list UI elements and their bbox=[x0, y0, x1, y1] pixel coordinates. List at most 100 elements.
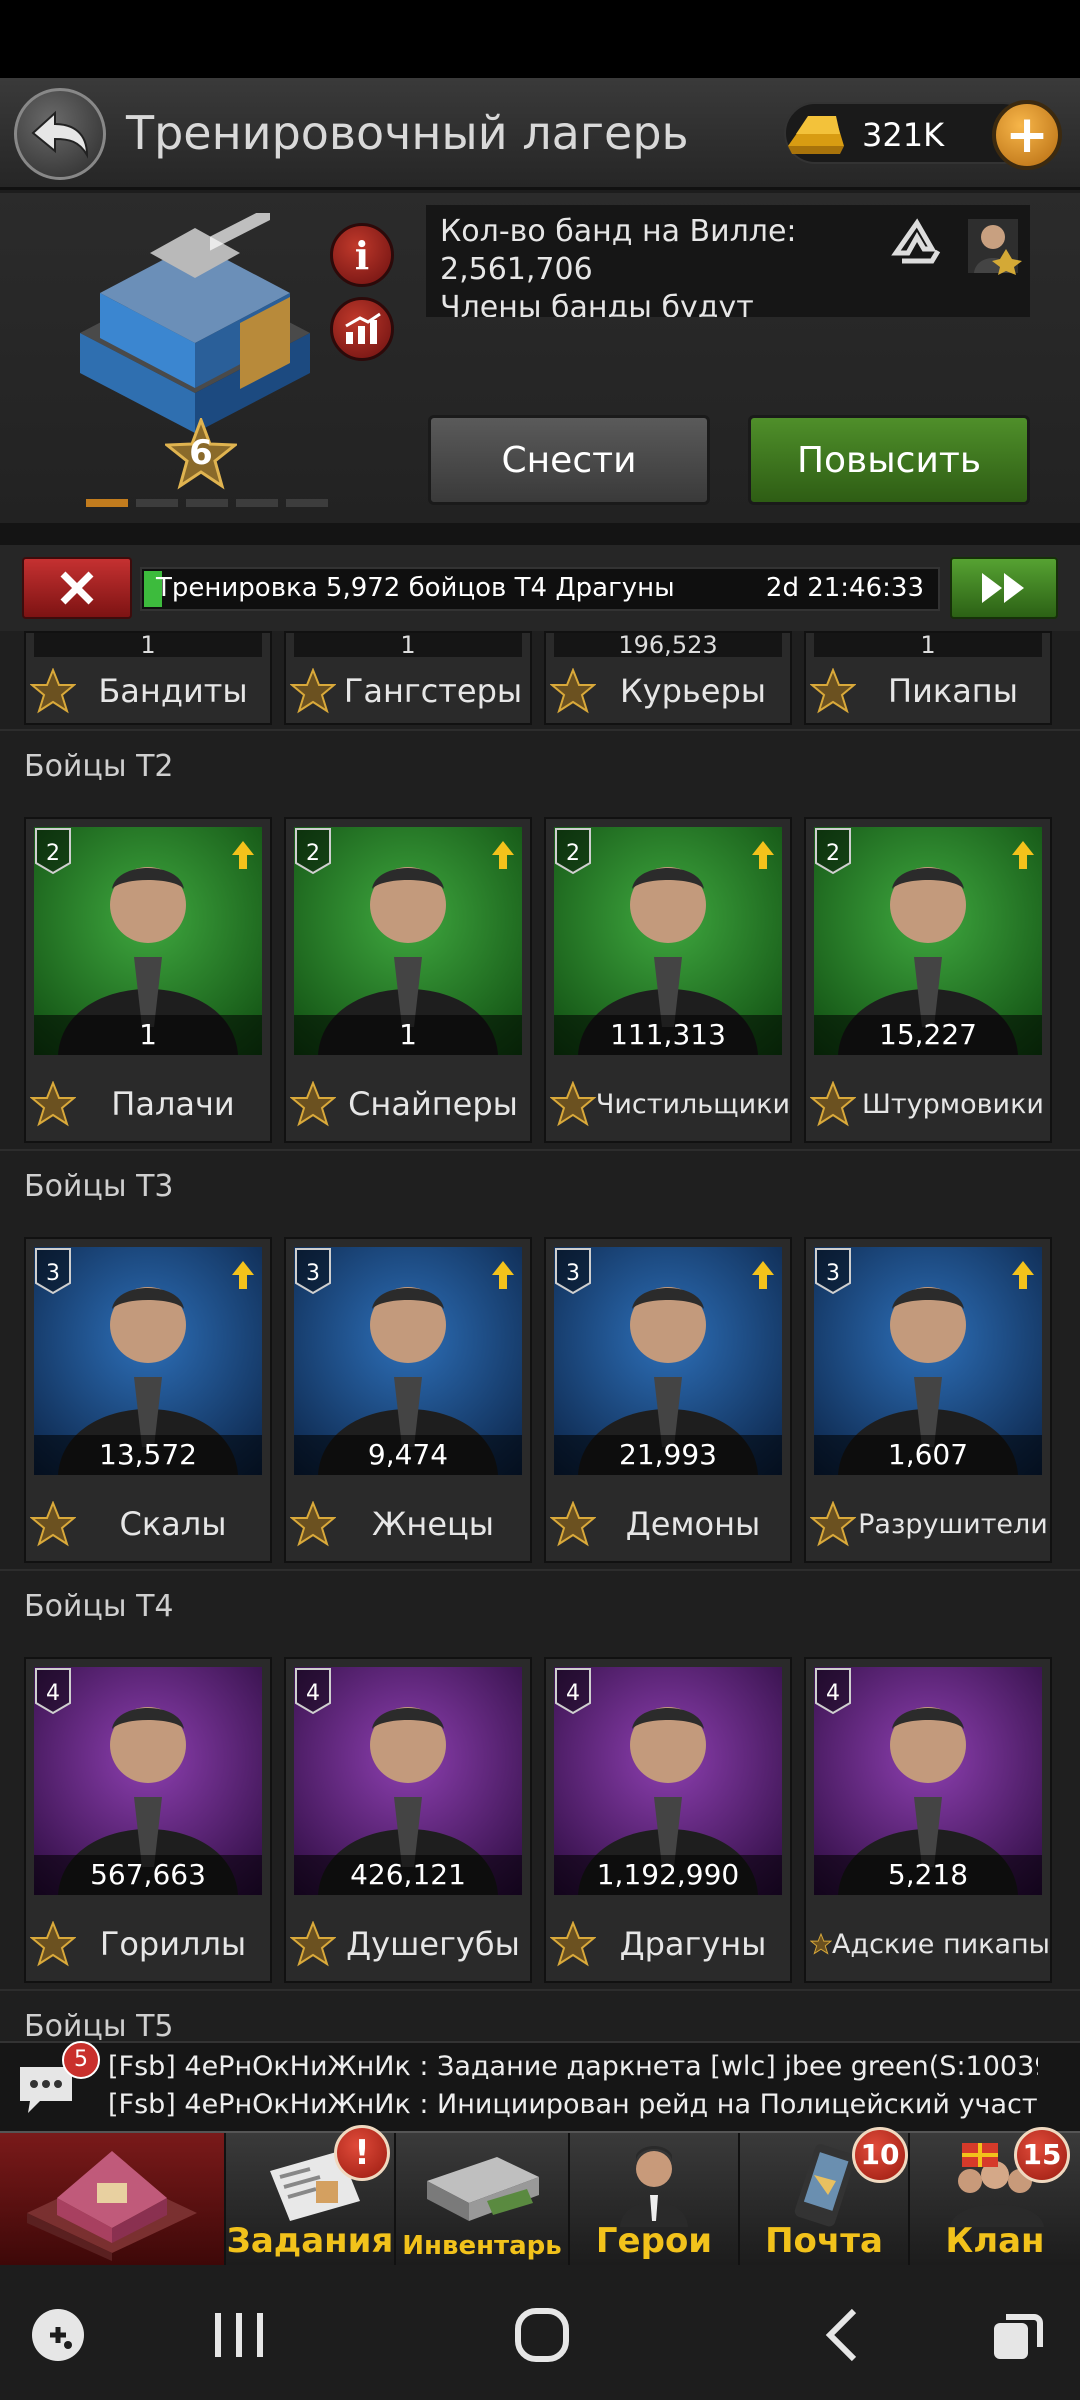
demolish-button[interactable]: Снести bbox=[428, 415, 710, 505]
unit-card[interactable]: 2 1 Снайперы bbox=[284, 817, 532, 1143]
chat-message: [Fsb] 4еРнОкНиЖнИк : Инициирован рейд на… bbox=[108, 2089, 1038, 2120]
unit-card[interactable]: 196,523 Курьеры bbox=[544, 631, 792, 725]
unit-card[interactable]: 3 13,572 Скалы bbox=[24, 1237, 272, 1563]
unit-card[interactable]: 2 111,313 Чистильщики bbox=[544, 817, 792, 1143]
nav-home[interactable] bbox=[0, 2133, 226, 2267]
star-icon bbox=[550, 1921, 596, 1967]
unit-card[interactable]: 1 Пикапы bbox=[804, 631, 1052, 725]
unit-card[interactable]: 4 567,663 Гориллы bbox=[24, 1657, 272, 1983]
unit-card[interactable]: 3 1,607 Разрушители bbox=[804, 1237, 1052, 1563]
unit-name: Снайперы bbox=[348, 1085, 518, 1123]
unit-card[interactable]: 4 5,218 Адские пикапы bbox=[804, 1657, 1052, 1983]
unit-count: 15,227 bbox=[814, 1015, 1042, 1055]
cancel-training-button[interactable] bbox=[22, 557, 132, 619]
unit-name: Жнецы bbox=[371, 1505, 495, 1543]
tier-number: 2 bbox=[826, 841, 840, 866]
unit-name: Штурмовики bbox=[862, 1088, 1044, 1120]
star-icon bbox=[810, 668, 856, 714]
unit-name: Гориллы bbox=[99, 1925, 247, 1963]
unit-card[interactable]: 3 9,474 Жнецы bbox=[284, 1237, 532, 1563]
gold-value: 321K bbox=[862, 116, 945, 154]
unit-card[interactable]: 4 1,192,990 Драгуны bbox=[544, 1657, 792, 1983]
system-back-icon[interactable] bbox=[822, 2305, 862, 2365]
clan-count-badge: 15 bbox=[1014, 2127, 1070, 2183]
tier-number: 3 bbox=[46, 1261, 60, 1286]
info-line: 2,561,706 bbox=[440, 252, 593, 287]
troop-list[interactable]: 1 Бандиты 1 Гангстеры 196,523 Курьеры 1 … bbox=[0, 631, 1080, 2041]
unit-name: Чистильщики bbox=[595, 1088, 790, 1120]
nav-tasks[interactable]: ! Задания bbox=[226, 2125, 396, 2267]
nav-clan[interactable]: 15 Клан bbox=[910, 2127, 1080, 2267]
star-icon bbox=[550, 1081, 596, 1127]
nav-heroes[interactable]: Герои bbox=[570, 2133, 740, 2267]
unit-card[interactable]: 1 Гангстеры bbox=[284, 631, 532, 725]
close-icon bbox=[60, 571, 94, 605]
section-divider bbox=[0, 729, 1080, 731]
chat-bar[interactable]: 5 [Fsb] 4еРнОкНиЖнИк : Задание даркнета … bbox=[0, 2041, 1080, 2131]
unit-name: Адские пикапы bbox=[831, 1928, 1050, 1960]
unit-name: Бандиты bbox=[98, 672, 248, 710]
upgrade-arrow-icon bbox=[752, 841, 774, 869]
info-icon: i bbox=[354, 232, 370, 278]
system-nav-bar bbox=[0, 2265, 1080, 2400]
star-icon bbox=[30, 1921, 76, 1967]
unit-name: Курьеры bbox=[619, 672, 767, 710]
unit-card[interactable]: 1 Бандиты bbox=[24, 631, 272, 725]
unit-name: Пикапы bbox=[888, 672, 1018, 710]
back-button[interactable] bbox=[14, 88, 106, 180]
unit-card[interactable]: 2 15,227 Штурмовики bbox=[804, 817, 1052, 1143]
home-icon[interactable] bbox=[512, 2305, 572, 2365]
nav-label: Герои bbox=[595, 2221, 713, 2261]
recycle-icon[interactable] bbox=[888, 217, 946, 275]
gold-bar-icon bbox=[788, 116, 844, 154]
mansion-icon bbox=[27, 2151, 197, 2261]
star-icon bbox=[290, 668, 336, 714]
tier-number: 2 bbox=[306, 841, 320, 866]
separator bbox=[0, 523, 1080, 545]
upgrade-arrow-icon bbox=[232, 841, 254, 869]
bottom-nav: ! Задания Инвентарь Герои 10 Почта 15 Кл… bbox=[0, 2125, 1080, 2267]
recent-apps-icon[interactable] bbox=[212, 2309, 266, 2361]
game-launcher-icon[interactable] bbox=[28, 2305, 88, 2365]
info-button[interactable]: i bbox=[330, 223, 394, 287]
building-level: 6 bbox=[189, 433, 213, 473]
upgrade-button[interactable]: Повысить bbox=[748, 415, 1030, 505]
unit-count: 1 bbox=[34, 633, 262, 657]
training-camp-building-image bbox=[80, 213, 310, 433]
star-icon bbox=[30, 1501, 76, 1547]
add-gold-button[interactable]: + bbox=[992, 100, 1062, 170]
pager-dot bbox=[186, 499, 228, 507]
training-time: 2d 21:46:33 bbox=[765, 573, 924, 603]
speed-up-button[interactable] bbox=[950, 557, 1058, 619]
nav-mail[interactable]: 10 Почта bbox=[740, 2127, 910, 2267]
tier-number: 3 bbox=[566, 1261, 580, 1286]
unit-name: Душегубы bbox=[346, 1925, 520, 1963]
star-icon bbox=[290, 1081, 336, 1127]
unit-count: 1 bbox=[294, 633, 522, 657]
section-title: Бойцы T5 bbox=[24, 2009, 174, 2041]
star-icon bbox=[30, 1081, 76, 1127]
tier1-row-partial: 1 Бандиты 1 Гангстеры 196,523 Курьеры 1 … bbox=[0, 631, 1080, 731]
tier-number: 2 bbox=[566, 841, 580, 866]
upgrade-arrow-icon bbox=[232, 1261, 254, 1289]
hero-boost-icon[interactable] bbox=[964, 215, 1022, 277]
info-box[interactable]: Кол-во банд на Вилле: 2,561,706 Члены ба… bbox=[426, 205, 1030, 317]
upgrade-arrow-icon bbox=[1012, 841, 1034, 869]
star-icon bbox=[810, 1932, 832, 1955]
stats-button[interactable] bbox=[330, 297, 394, 361]
section-title: Бойцы T3 bbox=[24, 1169, 174, 1204]
unit-name: Разрушители bbox=[858, 1508, 1048, 1540]
unit-card[interactable]: 3 21,993 Демоны bbox=[544, 1237, 792, 1563]
training-bar: Тренировка 5,972 бойцов T4 Драгуны 2d 21… bbox=[0, 545, 1080, 631]
nav-inventory[interactable]: Инвентарь bbox=[396, 2133, 570, 2267]
windows-icon[interactable] bbox=[990, 2307, 1046, 2363]
building-panel: 6 i Кол-во банд на Вилле: 2,561,706 Член… bbox=[0, 193, 1080, 523]
section-divider bbox=[0, 1149, 1080, 1151]
unit-card[interactable]: 2 1 Палачи bbox=[24, 817, 272, 1143]
info-text: Кол-во банд на Вилле: 2,561,706 Члены ба… bbox=[440, 213, 880, 317]
tier-number: 4 bbox=[46, 1681, 60, 1706]
unit-count: 9,474 bbox=[294, 1435, 522, 1475]
page-title: Тренировочный лагерь bbox=[126, 106, 689, 160]
unit-card[interactable]: 4 426,121 Душегубы bbox=[284, 1657, 532, 1983]
unit-count: 21,993 bbox=[554, 1435, 782, 1475]
